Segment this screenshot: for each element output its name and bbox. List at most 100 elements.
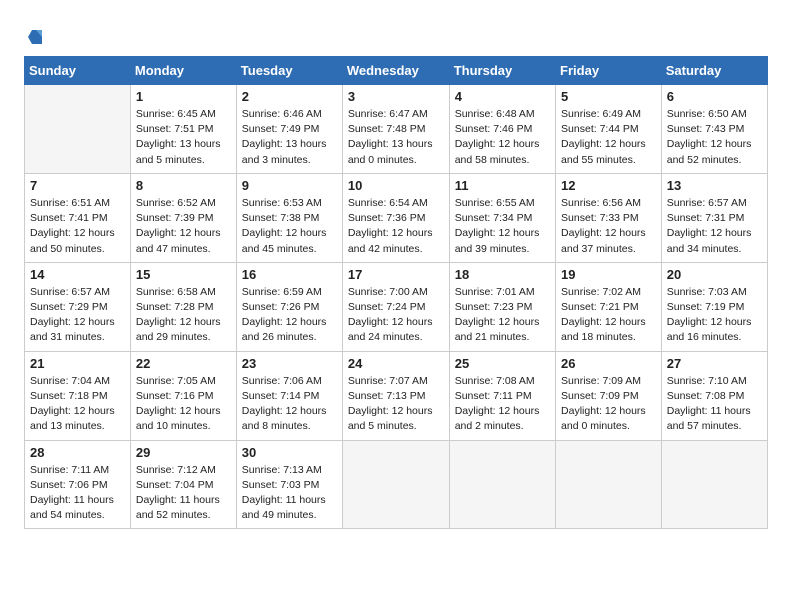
day-info-line: Sunset: 7:08 PM <box>667 390 745 402</box>
calendar-cell: 20Sunrise: 7:03 AMSunset: 7:19 PMDayligh… <box>661 262 767 351</box>
day-number: 4 <box>455 89 550 104</box>
col-header-tuesday: Tuesday <box>236 57 342 85</box>
col-header-saturday: Saturday <box>661 57 767 85</box>
day-info-line: Sunrise: 6:45 AM <box>136 108 216 120</box>
day-info-line: and 13 minutes. <box>30 420 105 432</box>
day-info-line: Daylight: 12 hours <box>667 138 752 150</box>
day-info-line: Sunrise: 7:00 AM <box>348 286 428 298</box>
calendar-week-2: 7Sunrise: 6:51 AMSunset: 7:41 PMDaylight… <box>25 173 768 262</box>
day-info: Sunrise: 6:46 AMSunset: 7:49 PMDaylight:… <box>242 107 337 168</box>
day-info: Sunrise: 7:06 AMSunset: 7:14 PMDaylight:… <box>242 374 337 435</box>
day-info-line: Daylight: 13 hours <box>242 138 327 150</box>
calendar-cell: 4 Sunrise: 6:48 AMSunset: 7:46 PMDaylight… <box>449 85 555 174</box>
day-info-line: Sunrise: 7:12 AM <box>136 464 216 476</box>
day-info: Sunrise: 7:09 AMSunset: 7:09 PMDaylight:… <box>561 374 656 435</box>
calendar-cell: 21 Sunrise: 7:04 AM Sunset: 7:18 PM Dayligh… <box>25 351 131 440</box>
day-number: 14 <box>30 267 125 282</box>
day-info-line: and 5 minutes. <box>348 420 417 432</box>
day-info-line: Daylight: 12 hours <box>667 227 752 239</box>
day-info-line: and 42 minutes. <box>348 243 423 255</box>
day-number: 6 <box>667 89 762 104</box>
calendar-header-row: SundayMondayTuesdayWednesdayThursdayFrid… <box>25 57 768 85</box>
day-info-line: Daylight: 12 hours <box>348 405 433 417</box>
day-info-line: Sunset: 7:43 PM <box>667 123 745 135</box>
day-info-line: Sunset: 7:26 PM <box>242 301 320 313</box>
day-info-line: Sunrise: 7:04 AM <box>30 375 110 387</box>
day-info: Sunrise: 6:49 AMSunset: 7:44 PMDaylight:… <box>561 107 656 168</box>
calendar-cell <box>556 440 662 529</box>
day-info-line: and 55 minutes. <box>561 154 636 166</box>
day-info-line: and 31 minutes. <box>30 331 105 343</box>
day-info-line: Sunset: 7:03 PM <box>242 479 320 491</box>
day-info-line: Sunrise: 7:02 AM <box>561 286 641 298</box>
day-number: 15 <box>136 267 231 282</box>
day-number: 25 <box>455 356 550 371</box>
day-info: Sunrise: 6:45 AMSunset: 7:51 PMDaylight:… <box>136 107 231 168</box>
day-info-line: Sunset: 7:13 PM <box>348 390 426 402</box>
day-info-line: Sunset: 7:28 PM <box>136 301 214 313</box>
day-info-line: and 58 minutes. <box>455 154 530 166</box>
day-info: Sunrise: 6:59 AMSunset: 7:26 PMDaylight:… <box>242 285 337 346</box>
day-info-line: Sunset: 7:11 PM <box>455 390 532 402</box>
calendar-cell: 23Sunrise: 7:06 AMSunset: 7:14 PMDayligh… <box>236 351 342 440</box>
calendar-week-3: 14Sunrise: 6:57 AMSunset: 7:29 PMDayligh… <box>25 262 768 351</box>
day-number: 28 <box>30 445 125 460</box>
day-info-line: Sunset: 7:04 PM <box>136 479 214 491</box>
day-info: Sunrise: 7:10 AMSunset: 7:08 PMDaylight:… <box>667 374 762 435</box>
calendar-cell: 28Sunrise: 7:11 AMSunset: 7:06 PMDayligh… <box>25 440 131 529</box>
calendar-cell: 24 Sunrise: 7:07 AM Sunset: 7:13 PM Dayligh… <box>342 351 449 440</box>
logo <box>24 26 44 46</box>
calendar-week-1: 1 Sunrise: 6:45 AMSunset: 7:51 PMDaylight… <box>25 85 768 174</box>
day-info-line: and 50 minutes. <box>30 243 105 255</box>
day-info-line: Daylight: 12 hours <box>455 405 540 417</box>
day-info-line: and 49 minutes. <box>242 509 317 521</box>
day-info-line: Sunrise: 6:50 AM <box>667 108 747 120</box>
day-info-line: Sunrise: 6:48 AM <box>455 108 535 120</box>
calendar-cell: 15Sunrise: 6:58 AMSunset: 7:28 PMDayligh… <box>130 262 236 351</box>
calendar-week-4: 21 Sunrise: 7:04 AM Sunset: 7:18 PM Dayligh… <box>25 351 768 440</box>
calendar-cell: 3Sunrise: 6:47 AMSunset: 7:48 PMDaylight… <box>342 85 449 174</box>
day-info-line: and 52 minutes. <box>667 154 742 166</box>
day-info-line: Sunrise: 6:52 AM <box>136 197 216 209</box>
day-info-line: Sunrise: 7:07 AM <box>348 375 428 387</box>
calendar-cell: 8Sunrise: 6:52 AMSunset: 7:39 PMDaylight… <box>130 173 236 262</box>
day-info-line: Daylight: 12 hours <box>242 405 327 417</box>
day-info: Sunrise: 6:52 AMSunset: 7:39 PMDaylight:… <box>136 196 231 257</box>
day-number: 24 <box>348 356 444 371</box>
day-info-line: Sunrise: 6:53 AM <box>242 197 322 209</box>
day-info-line: Daylight: 12 hours <box>30 405 115 417</box>
day-info-line: and 3 minutes. <box>242 154 311 166</box>
calendar-cell <box>342 440 449 529</box>
day-info-line: and 54 minutes. <box>30 509 105 521</box>
day-info-line: and 39 minutes. <box>455 243 530 255</box>
day-info: Sunrise: 6:48 AMSunset: 7:46 PMDaylight:… <box>455 107 550 168</box>
day-info-line: Daylight: 12 hours <box>242 227 327 239</box>
calendar-cell: 1 Sunrise: 6:45 AMSunset: 7:51 PMDaylight… <box>130 85 236 174</box>
day-info: Sunrise: 7:08 AMSunset: 7:11 PMDaylight:… <box>455 374 550 435</box>
day-info-line: Sunset: 7:24 PM <box>348 301 426 313</box>
calendar-cell: 12Sunrise: 6:56 AMSunset: 7:33 PMDayligh… <box>556 173 662 262</box>
day-info-line: Sunrise: 7:03 AM <box>667 286 747 298</box>
day-info-line: Daylight: 12 hours <box>136 405 221 417</box>
day-info-line: Daylight: 12 hours <box>455 227 540 239</box>
day-info-line: Daylight: 13 hours <box>348 138 433 150</box>
day-info-line: Sunset: 7:18 PM <box>30 390 108 402</box>
day-info-line: Daylight: 12 hours <box>561 227 646 239</box>
day-info-line: Sunset: 7:19 PM <box>667 301 745 313</box>
day-info-line: Sunrise: 6:54 AM <box>348 197 428 209</box>
day-number: 27 <box>667 356 762 371</box>
day-info-line: Daylight: 12 hours <box>136 316 221 328</box>
day-info-line: Sunrise: 6:57 AM <box>30 286 110 298</box>
day-info-line: Sunset: 7:31 PM <box>667 212 745 224</box>
day-number: 7 <box>30 178 125 193</box>
day-number: 21 <box>30 356 125 371</box>
calendar-cell: 6 Sunrise: 6:50 AM Sunset: 7:43 PM Daylight… <box>661 85 767 174</box>
day-info-line: Sunrise: 6:49 AM <box>561 108 641 120</box>
day-info-line: and 52 minutes. <box>136 509 211 521</box>
day-info-line: and 47 minutes. <box>136 243 211 255</box>
day-info-line: Sunrise: 6:47 AM <box>348 108 428 120</box>
day-info: Sunrise: 7:01 AMSunset: 7:23 PMDaylight:… <box>455 285 550 346</box>
calendar-cell: 29Sunrise: 7:12 AMSunset: 7:04 PMDayligh… <box>130 440 236 529</box>
day-number: 3 <box>348 89 444 104</box>
day-number: 1 <box>136 89 231 104</box>
